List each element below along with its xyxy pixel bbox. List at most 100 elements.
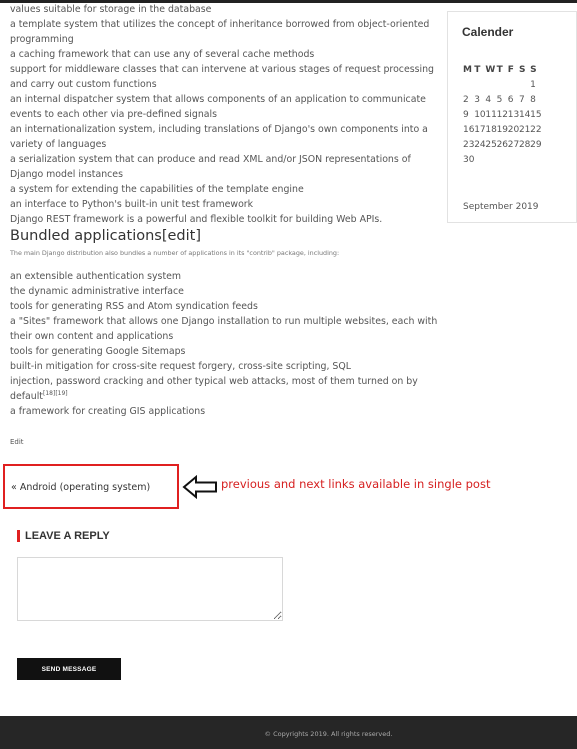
feature-item: an internal dispatcher system that allow…	[10, 94, 426, 105]
calendar-day: 12	[496, 110, 509, 120]
weekday-label: S	[530, 65, 537, 75]
calendar-day: 6	[507, 95, 514, 105]
app-item-cont: default[18][19]	[10, 389, 68, 402]
calendar-day: 4	[485, 95, 492, 105]
calendar-day: 7	[518, 95, 525, 105]
calendar-day-empty	[485, 153, 496, 168]
edit-link[interactable]: Edit	[10, 438, 24, 446]
calendar-day-empty	[519, 153, 530, 168]
post-navigation-highlight: « Android (operating system)	[3, 464, 179, 509]
calendar-day: 21	[518, 125, 531, 135]
calendar-day: 8	[530, 95, 536, 105]
calendar-week-row: 23 24 25 26 27 28 29	[463, 138, 542, 153]
feature-item: values suitable for storage in the datab…	[10, 4, 212, 15]
calendar-grid: M T W T F S S 1 2 3 4 5 6 7 8 9 10 11 12 13 14 15 16 17 1…	[463, 63, 542, 168]
calendar-day-empty	[497, 78, 508, 93]
calendar-day-empty	[508, 153, 519, 168]
annotation-text: previous and next links available in sin…	[221, 477, 491, 491]
bundled-applications-heading: Bundled applications[edit]	[10, 228, 201, 244]
calendar-day-empty	[474, 153, 485, 168]
calendar-day: 26	[496, 140, 509, 150]
calendar-week-row: 2345678	[463, 93, 541, 108]
calendar-day: 13	[507, 110, 520, 120]
app-item: a "Sites" framework that allows one Djan…	[10, 316, 438, 327]
calendar-day: 28	[518, 140, 531, 150]
weekday-label: T	[496, 65, 503, 75]
weekday-label: W	[485, 65, 496, 75]
calendar-day-empty	[463, 78, 474, 93]
feature-item-cont: variety of languages	[10, 139, 107, 150]
feature-item-cont: programming	[10, 34, 74, 45]
feature-item: support for middleware classes that can …	[10, 64, 434, 75]
calendar-day: 11	[485, 110, 497, 120]
copyright-text: © Copyrights 2019. All rights reserved.	[264, 730, 393, 738]
app-item: the dynamic administrative interface	[10, 286, 184, 297]
calendar-day: 25	[485, 140, 497, 150]
calendar-day: 14	[518, 110, 531, 120]
calendar-day: 5	[496, 95, 503, 105]
app-item: tools for generating RSS and Atom syndic…	[10, 301, 258, 312]
calendar-day: 3	[474, 95, 480, 105]
calendar-day-empty	[508, 78, 519, 93]
send-message-button[interactable]: SEND MESSAGE	[17, 658, 121, 680]
article-content: values suitable for storage in the datab…	[10, 2, 438, 419]
calendar-day: 22	[530, 125, 542, 135]
calendar-week-row: 1	[463, 78, 541, 93]
calendar-day-empty	[519, 78, 530, 93]
calendar-day: 16	[463, 125, 475, 135]
left-arrow-icon	[182, 475, 217, 499]
calendar-day: 15	[530, 110, 542, 120]
calendar-day: 17	[474, 125, 486, 135]
feature-item: an internationalization system, includin…	[10, 124, 428, 135]
calendar-widget: Calender M T W T F S S 1 2 3 4 5 6 7 8 9 10 11 12 13…	[447, 11, 577, 223]
calendar-month: September 2019	[463, 202, 539, 212]
calendar-day: 9	[463, 110, 469, 120]
reply-textarea[interactable]	[17, 557, 283, 621]
calendar-week-row: 30	[463, 153, 541, 168]
app-item: an extensible authentication system	[10, 271, 182, 282]
calendar-day-empty	[485, 78, 496, 93]
leave-reply-heading: LEAVE A REPLY	[17, 530, 110, 542]
feature-item: Django REST framework is a powerful and …	[10, 214, 383, 225]
weekday-label: S	[518, 65, 526, 75]
app-item: injection, password cracking and other t…	[10, 376, 418, 387]
calendar-week-row: 9 10 11 12 13 14 15	[463, 108, 542, 123]
calendar-day: 29	[530, 140, 542, 150]
footnote-refs[interactable]: [18][19]	[43, 390, 68, 397]
feature-item-cont: Django model instances	[10, 169, 123, 180]
calendar-day: 10	[474, 110, 486, 120]
calendar-day: 23	[463, 140, 475, 150]
calendar-title: Calender	[462, 25, 514, 39]
feature-item: a template system that utilizes the conc…	[10, 19, 430, 30]
calendar-day: 27	[507, 140, 520, 150]
feature-item: a system for extending the capabilities …	[10, 184, 304, 195]
calendar-day: 18	[485, 125, 497, 135]
weekday-label: T	[474, 65, 481, 75]
weekday-label: F	[507, 65, 514, 75]
calendar-day: 19	[496, 125, 509, 135]
calendar-day: 30	[463, 155, 475, 165]
calendar-day-empty	[474, 78, 485, 93]
feature-item-cont: events to each other via pre-defined sig…	[10, 109, 218, 120]
bundled-intro: The main Django distribution also bundle…	[10, 249, 340, 257]
calendar-day-empty	[530, 153, 541, 168]
feature-item: a serialization system that can produce …	[10, 154, 411, 165]
app-item: tools for generating Google Sitemaps	[10, 346, 186, 357]
feature-item: an interface to Python's built-in unit t…	[10, 199, 254, 210]
weekday-label: M	[463, 65, 472, 75]
calendar-weekdays: M T W T F S S	[463, 63, 541, 78]
app-item-cont: their own content and applications	[10, 331, 174, 342]
calendar-day-empty	[497, 153, 508, 168]
calendar-day: 20	[507, 125, 520, 135]
calendar-day: 24	[474, 140, 486, 150]
calendar-week-row: 16 17 18 19 20 21 22	[463, 123, 542, 138]
app-item: a framework for creating GIS application…	[10, 406, 206, 417]
calendar-day: 1	[530, 80, 536, 90]
previous-post-link[interactable]: « Android (operating system)	[11, 482, 150, 493]
feature-item-cont: and carry out custom functions	[10, 79, 157, 90]
feature-item: a caching framework that can use any of …	[10, 49, 315, 60]
app-item: built-in mitigation for cross-site reque…	[10, 361, 351, 372]
footer: © Copyrights 2019. All rights reserved.	[0, 716, 577, 749]
calendar-weeks: 1 2 3 4 5 6 7 8 9 10 11 12 13 14 15 16 17 18 19 20 21 22 23 24 2…	[463, 78, 542, 168]
calendar-day: 2	[463, 95, 469, 105]
